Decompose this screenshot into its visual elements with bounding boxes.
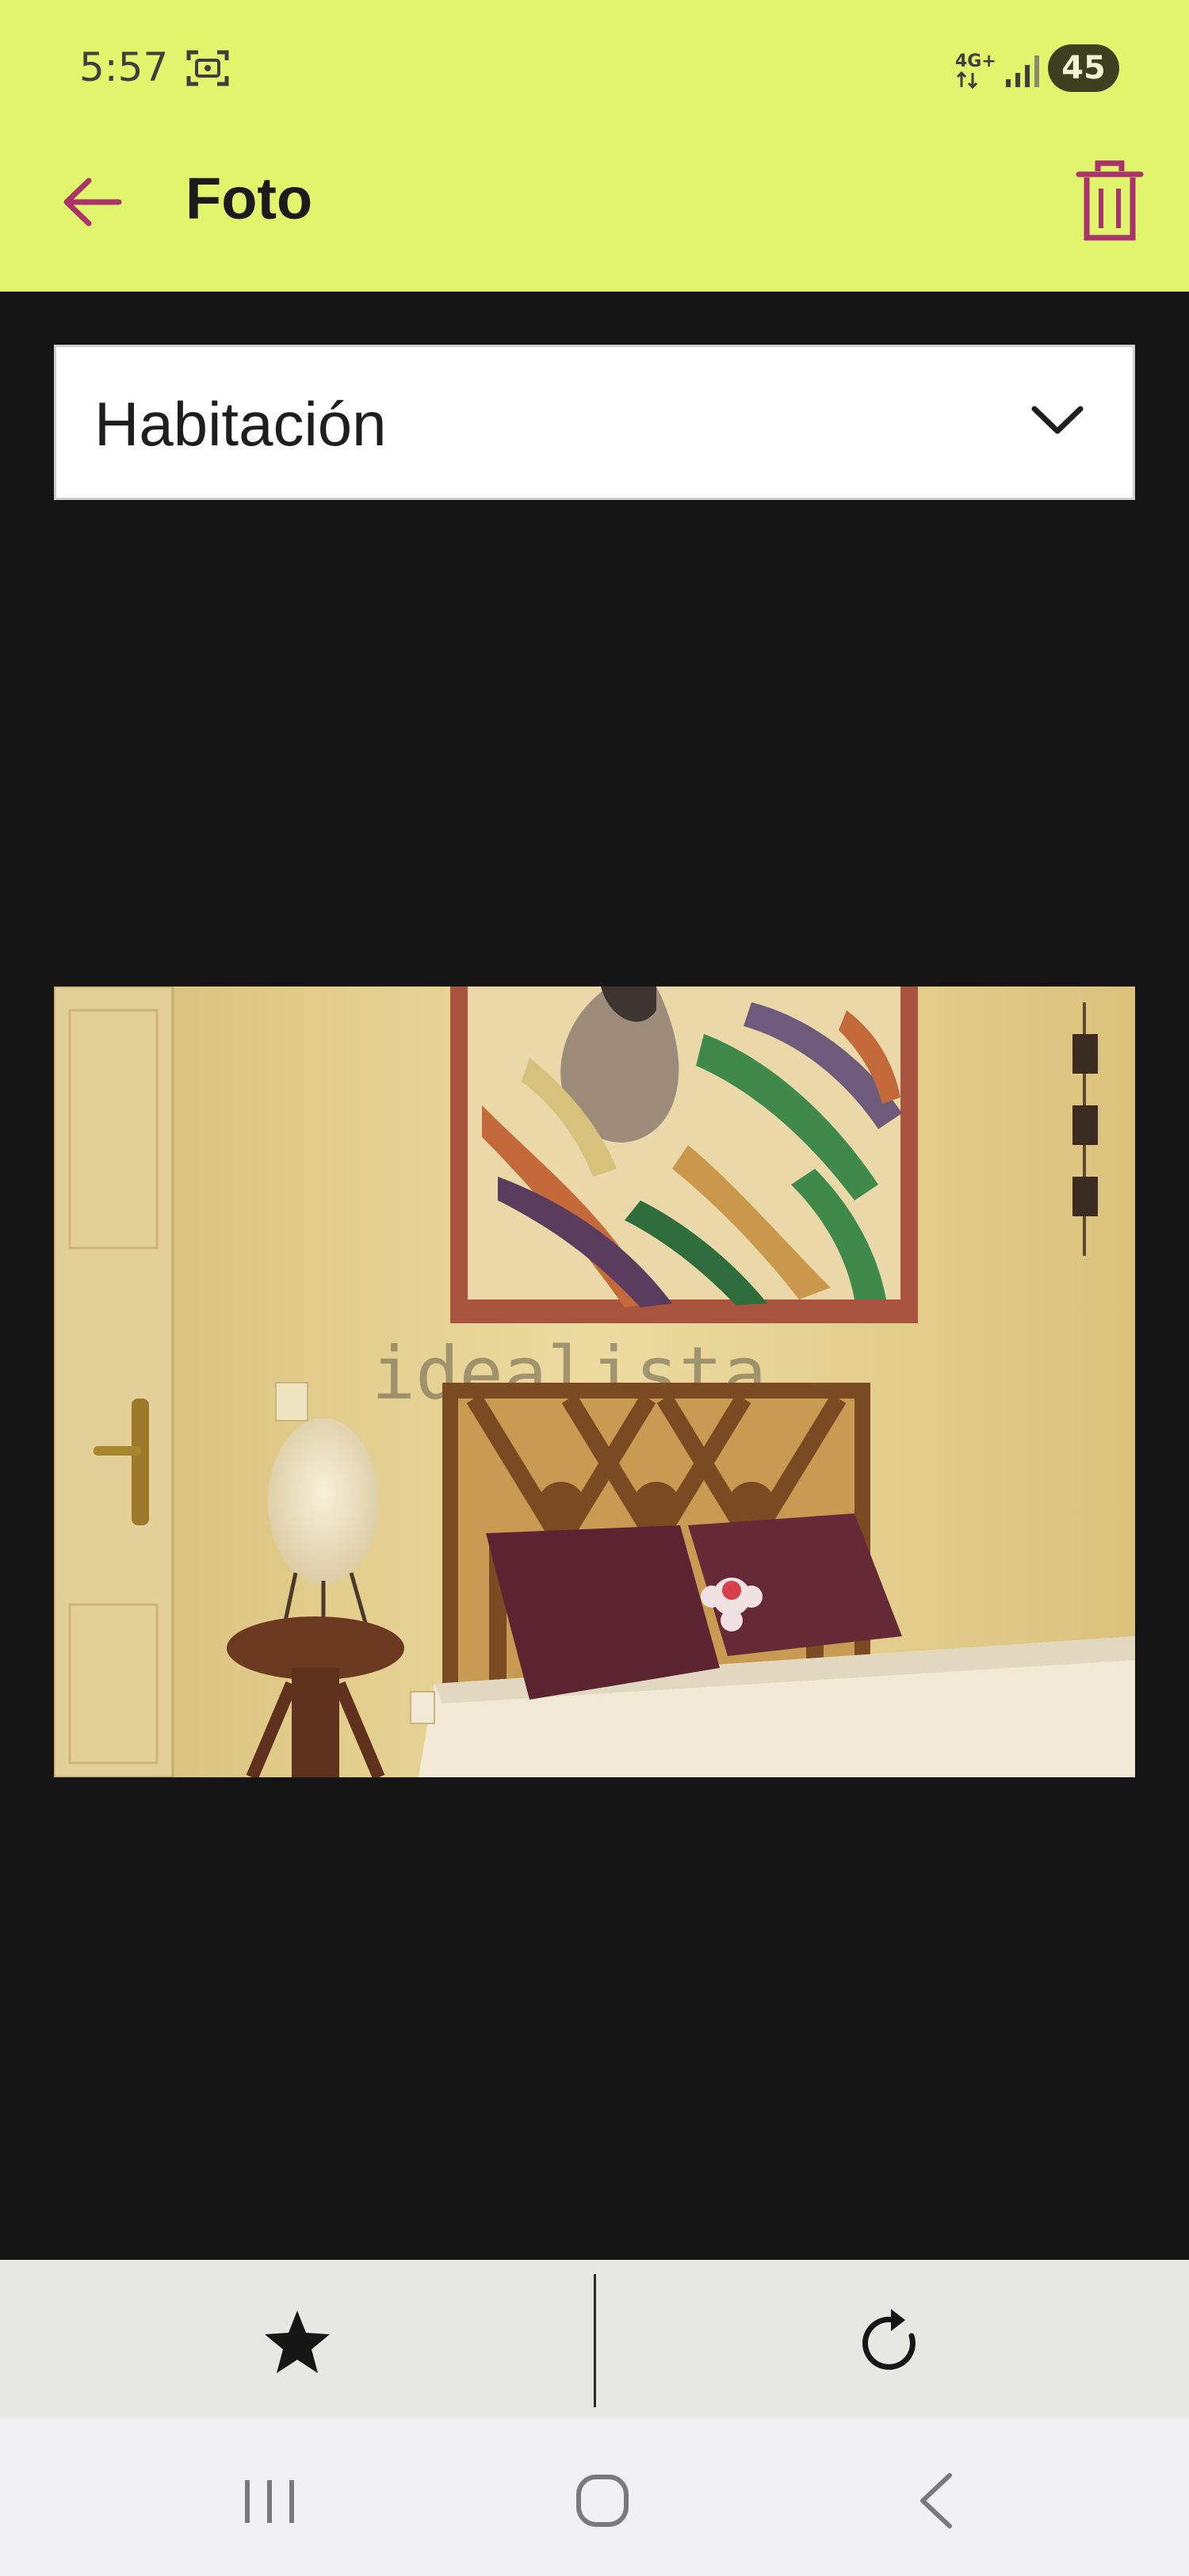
status-time: 5:57 bbox=[79, 44, 169, 90]
back-icon[interactable] bbox=[912, 2469, 959, 2532]
room-type-value: Habitación bbox=[94, 389, 387, 459]
signal-icon: 4G+ bbox=[955, 52, 1039, 90]
arrow-left-icon bbox=[63, 177, 122, 227]
screenshot-icon bbox=[186, 50, 229, 86]
home-icon[interactable] bbox=[572, 2471, 633, 2531]
back-button[interactable] bbox=[57, 166, 128, 238]
divider bbox=[594, 2274, 596, 2407]
photo-actions-bar bbox=[0, 2260, 1189, 2418]
delete-button[interactable] bbox=[1074, 158, 1145, 246]
room-type-select[interactable]: Habitación bbox=[54, 345, 1135, 500]
rotate-button[interactable] bbox=[847, 2299, 934, 2387]
room-photo: idealista bbox=[54, 987, 1135, 1777]
chevron-down-icon bbox=[1031, 406, 1084, 434]
network-4g-icon: 4G+ bbox=[955, 52, 996, 71]
recents-icon[interactable] bbox=[238, 2474, 301, 2529]
battery-indicator: 45 bbox=[1048, 44, 1119, 92]
page-title: Foto bbox=[185, 166, 313, 231]
app-bar: Foto bbox=[0, 133, 1189, 292]
bedroom-image: idealista bbox=[54, 987, 1135, 1777]
set-cover-button[interactable] bbox=[254, 2299, 341, 2387]
star-icon bbox=[265, 2311, 330, 2373]
system-nav-bar bbox=[0, 2418, 1189, 2576]
rotate-icon bbox=[862, 2309, 916, 2370]
status-bar: 5:57 4G+ 45 bbox=[0, 0, 1189, 133]
trash-icon bbox=[1076, 160, 1144, 241]
